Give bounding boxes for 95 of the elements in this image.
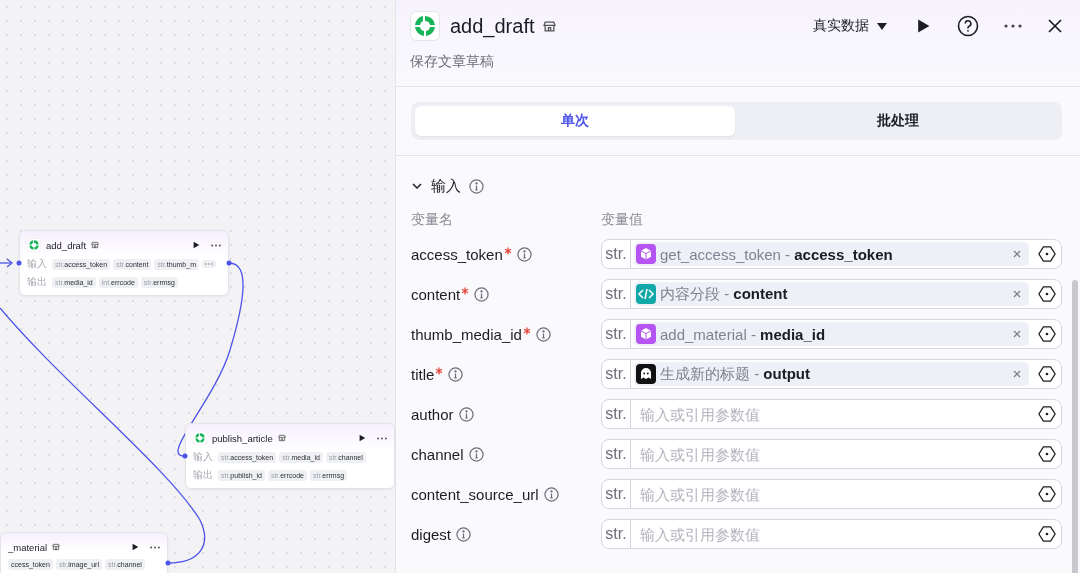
value-input[interactable]: 输入或引用参数值 — [634, 525, 1029, 543]
parameter-name: title — [411, 365, 435, 383]
clear-icon[interactable] — [1013, 250, 1021, 258]
info-icon[interactable] — [474, 286, 490, 302]
type-label: str. — [602, 240, 631, 268]
value-field[interactable]: str. add_material - media_id — [601, 319, 1062, 349]
variable-icon[interactable] — [1038, 525, 1056, 543]
info-icon[interactable] — [456, 526, 472, 542]
variable-icon[interactable] — [1038, 245, 1056, 263]
clear-icon[interactable] — [1013, 370, 1021, 378]
mode-tab[interactable]: 批处理 — [738, 106, 1058, 136]
reference-chip[interactable]: 生成新的标题 - output — [634, 362, 1029, 386]
type-label: str. — [602, 400, 631, 428]
variable-icon[interactable] — [1038, 365, 1056, 383]
type-label: str. — [602, 520, 631, 548]
parameter-name: content_source_url — [411, 485, 539, 503]
store-icon — [52, 543, 61, 551]
data-mode-dropdown[interactable]: 真实数据 — [813, 17, 887, 35]
value-input[interactable]: 输入或引用参数值 — [634, 485, 1029, 503]
section-title: 输入 — [431, 176, 461, 196]
variable-icon[interactable] — [1038, 445, 1056, 463]
value-field[interactable]: str. 输入或引用参数值 — [601, 479, 1062, 509]
parameter-name: author — [411, 405, 454, 423]
node-title: publish_article — [212, 432, 273, 444]
info-icon[interactable] — [448, 366, 464, 382]
store-icon — [91, 241, 100, 249]
more-icon[interactable] — [211, 243, 221, 247]
app-logo-icon — [410, 11, 440, 41]
info-icon[interactable] — [516, 246, 532, 262]
port-dot[interactable] — [182, 453, 188, 459]
port-dot[interactable] — [16, 260, 22, 266]
panel-title: add_draft — [450, 14, 535, 38]
info-icon[interactable] — [468, 446, 484, 462]
info-icon[interactable] — [458, 406, 474, 422]
reference-chip[interactable]: add_material - media_id — [634, 322, 1029, 346]
panel-description: 保存文章草稿 — [410, 53, 495, 71]
more-icon[interactable] — [150, 545, 160, 549]
column-header: 变量名 — [411, 211, 454, 229]
more-icon[interactable] — [1003, 24, 1023, 28]
reference-chip[interactable]: get_access_token - access_token — [634, 242, 1029, 266]
play-icon[interactable] — [131, 543, 139, 551]
value-field[interactable]: str. get_access_token - access_token — [601, 239, 1062, 269]
inputs-label: 输入 — [193, 450, 213, 464]
type-label: str. — [602, 480, 631, 508]
value-field[interactable]: str. 生成新的标题 - output — [601, 359, 1062, 389]
caret-icon — [877, 22, 887, 30]
play-icon[interactable] — [915, 18, 931, 34]
value-field[interactable]: str. 输入或引用参数值 — [601, 399, 1062, 429]
reference-chip[interactable]: 内容分段 - content — [634, 282, 1029, 306]
value-input[interactable]: 输入或引用参数值 — [634, 405, 1029, 423]
outputs-label: 输出 — [27, 275, 47, 289]
value-field[interactable]: str. 输入或引用参数值 — [601, 519, 1062, 549]
port-dot[interactable] — [226, 260, 232, 266]
help-icon[interactable] — [957, 15, 979, 37]
parameter-name: access_token — [411, 245, 503, 263]
scrollbar[interactable] — [1072, 280, 1078, 573]
port-dot[interactable] — [165, 560, 171, 566]
variable-icon[interactable] — [1038, 285, 1056, 303]
type-label: str. — [602, 360, 631, 388]
variable-icon[interactable] — [1038, 485, 1056, 503]
inputs-label: 输入 — [27, 257, 47, 271]
parameter-name: digest — [411, 525, 452, 543]
node-title: add_draft — [46, 239, 87, 251]
info-icon[interactable] — [469, 178, 484, 194]
parameter-name: channel — [411, 445, 464, 463]
mode-tab[interactable]: 单次 — [415, 106, 735, 136]
chevron-icon[interactable] — [411, 180, 423, 192]
play-icon[interactable] — [358, 434, 366, 442]
value-input[interactable]: 输入或引用参数值 — [634, 445, 1029, 463]
cube-icon — [636, 244, 656, 264]
connector-arrow — [0, 258, 14, 268]
value-field[interactable]: str. 内容分段 - content — [601, 279, 1062, 309]
info-icon[interactable] — [535, 326, 551, 342]
parameter-name: thumb_media_id — [411, 325, 522, 343]
store-icon — [542, 19, 556, 33]
close-icon[interactable] — [1047, 18, 1063, 34]
code-icon — [636, 284, 656, 304]
column-header: 变量值 — [601, 211, 643, 229]
parameter-name: content — [411, 285, 461, 303]
ghost-icon — [636, 364, 656, 384]
outputs-label: 输出 — [193, 468, 213, 482]
node-title: _material — [8, 541, 48, 553]
play-icon[interactable] — [192, 241, 200, 249]
store-icon — [277, 434, 286, 442]
type-label: str. — [602, 440, 631, 468]
info-icon[interactable] — [543, 486, 559, 502]
value-field[interactable]: str. 输入或引用参数值 — [601, 439, 1062, 469]
cube-icon — [636, 324, 656, 344]
clear-icon[interactable] — [1013, 290, 1021, 298]
type-label: str. — [602, 320, 631, 348]
variable-icon[interactable] — [1038, 325, 1056, 343]
variable-icon[interactable] — [1038, 405, 1056, 423]
more-icon[interactable] — [377, 436, 387, 440]
type-label: str. — [602, 280, 631, 308]
clear-icon[interactable] — [1013, 330, 1021, 338]
